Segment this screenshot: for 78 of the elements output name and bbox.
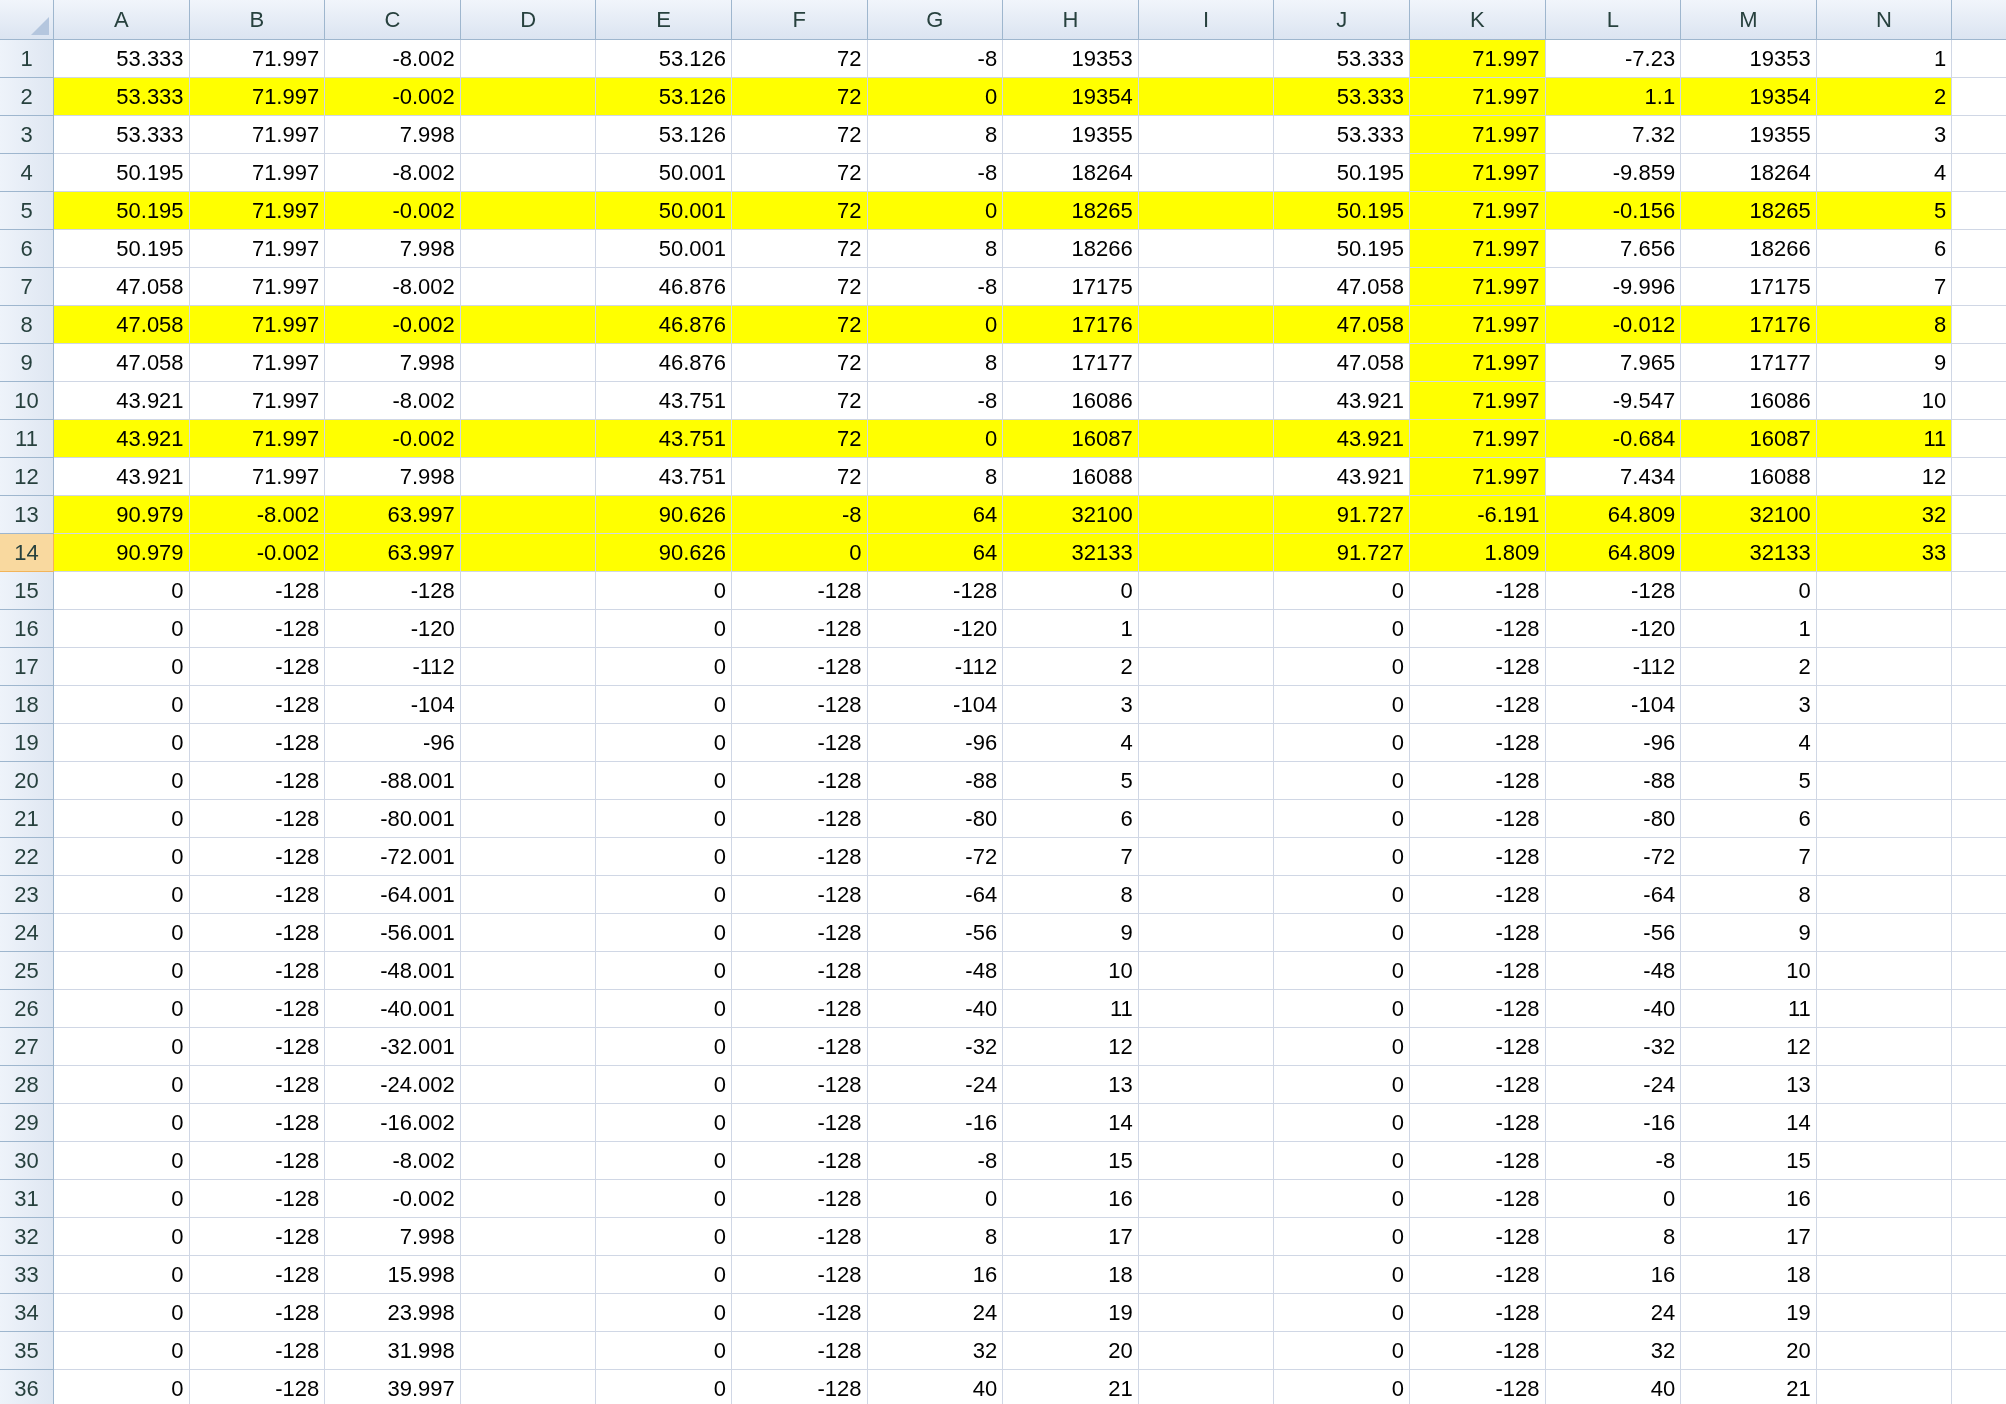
table-cell: 71.997 xyxy=(1409,344,1546,382)
row-header[interactable]: 32 xyxy=(0,1218,54,1256)
row-header[interactable]: 33 xyxy=(0,1256,54,1294)
table-cell: 71.997 xyxy=(1409,78,1546,116)
column-header[interactable]: F xyxy=(731,0,868,40)
row-header[interactable]: 18 xyxy=(0,686,54,724)
table-cell: 71.997 xyxy=(1409,268,1546,306)
table-cell: 21 xyxy=(1681,1370,1817,1404)
table-cell: 0 xyxy=(1274,1370,1410,1404)
column-header[interactable]: M xyxy=(1681,0,1817,40)
row-header[interactable]: 2 xyxy=(0,78,54,116)
row-header[interactable]: 21 xyxy=(0,800,54,838)
column-header[interactable]: A xyxy=(54,0,190,40)
row-header[interactable]: 34 xyxy=(0,1294,54,1332)
table-cell: 71.997 xyxy=(1409,192,1546,230)
table-cell: 71.997 xyxy=(1409,116,1546,154)
row-header[interactable]: 14 xyxy=(0,534,54,572)
row-header[interactable]: 20 xyxy=(0,762,54,800)
column-header[interactable]: J xyxy=(1274,0,1410,40)
row-header[interactable]: 13 xyxy=(0,496,54,534)
table-cell: 71.997 xyxy=(1409,306,1546,344)
corner-triangle-icon xyxy=(31,17,49,35)
column-header[interactable]: D xyxy=(460,0,597,40)
table-cell: 0 xyxy=(54,1370,190,1404)
row-header[interactable]: 28 xyxy=(0,1066,54,1104)
row-header[interactable]: 36 xyxy=(0,1370,54,1404)
row-header[interactable]: 3 xyxy=(0,116,54,154)
row-header[interactable]: 11 xyxy=(0,420,54,458)
table-cell: 71.997 xyxy=(1409,382,1546,420)
row-header[interactable]: 6 xyxy=(0,230,54,268)
row-header[interactable]: 24 xyxy=(0,914,54,952)
select-all-button[interactable] xyxy=(0,0,54,40)
row-header[interactable]: 1 xyxy=(0,40,54,78)
column-header[interactable]: H xyxy=(1003,0,1139,40)
row-header[interactable]: 30 xyxy=(0,1142,54,1180)
row-header[interactable]: 15 xyxy=(0,572,54,610)
table-cell: 1.809 xyxy=(1409,534,1546,572)
row-header[interactable]: 4 xyxy=(0,154,54,192)
table-cell: 40 xyxy=(1545,1370,1682,1404)
row-header[interactable]: 8 xyxy=(0,306,54,344)
column-header[interactable] xyxy=(1952,0,2006,40)
row-header[interactable]: 22 xyxy=(0,838,54,876)
table-cell: 0 xyxy=(596,1370,732,1404)
row-header[interactable]: 10 xyxy=(0,382,54,420)
column-header[interactable]: K xyxy=(1409,0,1546,40)
column-header[interactable]: N xyxy=(1816,0,1953,40)
table-cell: 71.997 xyxy=(1409,40,1546,78)
table-cell: 71.997 xyxy=(1409,420,1546,458)
row-header[interactable]: 27 xyxy=(0,1028,54,1066)
row-header[interactable]: 35 xyxy=(0,1332,54,1370)
table-cell: 39.997 xyxy=(325,1370,461,1404)
row-header[interactable]: 26 xyxy=(0,990,54,1028)
row-header[interactable]: 5 xyxy=(0,192,54,230)
row-header[interactable]: 7 xyxy=(0,268,54,306)
table-cell: -128 xyxy=(731,1370,868,1404)
table-cell: 71.997 xyxy=(1409,458,1546,496)
row-header[interactable]: 17 xyxy=(0,648,54,686)
column-header[interactable]: G xyxy=(867,0,1004,40)
table-cell: -128 xyxy=(1409,1370,1546,1404)
row-header[interactable]: 9 xyxy=(0,344,54,382)
row-header[interactable]: 29 xyxy=(0,1104,54,1142)
table-cell: 40 xyxy=(867,1370,1004,1404)
table-cell: 71.997 xyxy=(1409,154,1546,192)
column-header[interactable]: L xyxy=(1545,0,1682,40)
column-header[interactable]: E xyxy=(596,0,732,40)
column-header[interactable]: C xyxy=(325,0,461,40)
table-cell: 21 xyxy=(1003,1370,1139,1404)
row-header[interactable]: 12 xyxy=(0,458,54,496)
table-cell: -6.191 xyxy=(1409,496,1546,534)
row-header[interactable]: 23 xyxy=(0,876,54,914)
column-header[interactable]: I xyxy=(1138,0,1275,40)
table-cell: -128 xyxy=(189,1370,326,1404)
row-header[interactable]: 16 xyxy=(0,610,54,648)
row-header[interactable]: 31 xyxy=(0,1180,54,1218)
row-header[interactable]: 19 xyxy=(0,724,54,762)
row-header[interactable]: 25 xyxy=(0,952,54,990)
column-header[interactable]: B xyxy=(189,0,326,40)
table-cell: 71.997 xyxy=(1409,230,1546,268)
